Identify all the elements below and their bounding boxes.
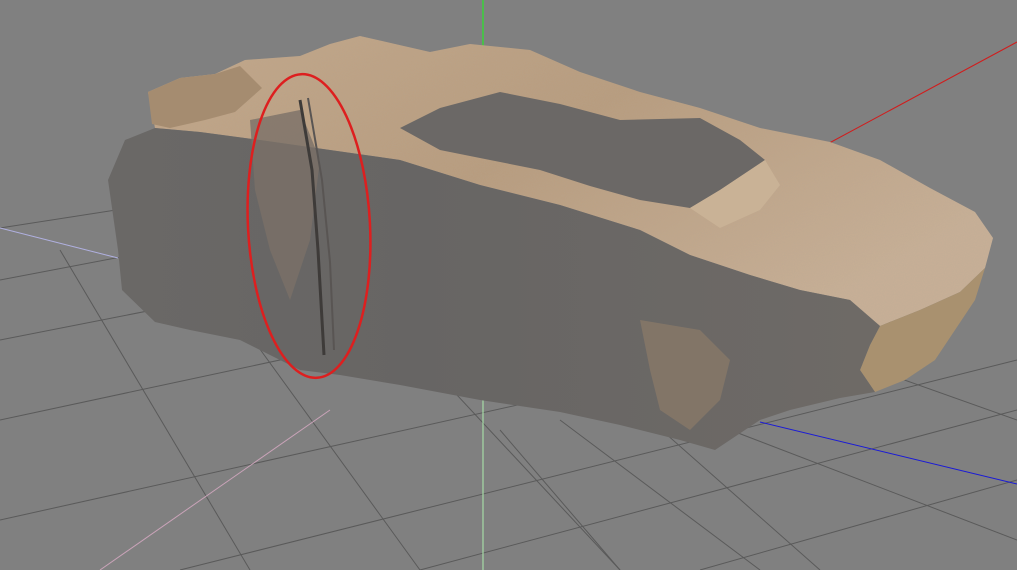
x-axis-line (819, 41, 1017, 149)
viewport-canvas[interactable] (0, 0, 1017, 570)
grid-line (559, 419, 761, 570)
3d-viewport[interactable] (0, 0, 1017, 570)
z-axis-line (759, 421, 1017, 485)
z-axis-negative-line (0, 227, 119, 259)
grid-line (699, 479, 1017, 570)
rock-mesh[interactable] (108, 36, 993, 450)
